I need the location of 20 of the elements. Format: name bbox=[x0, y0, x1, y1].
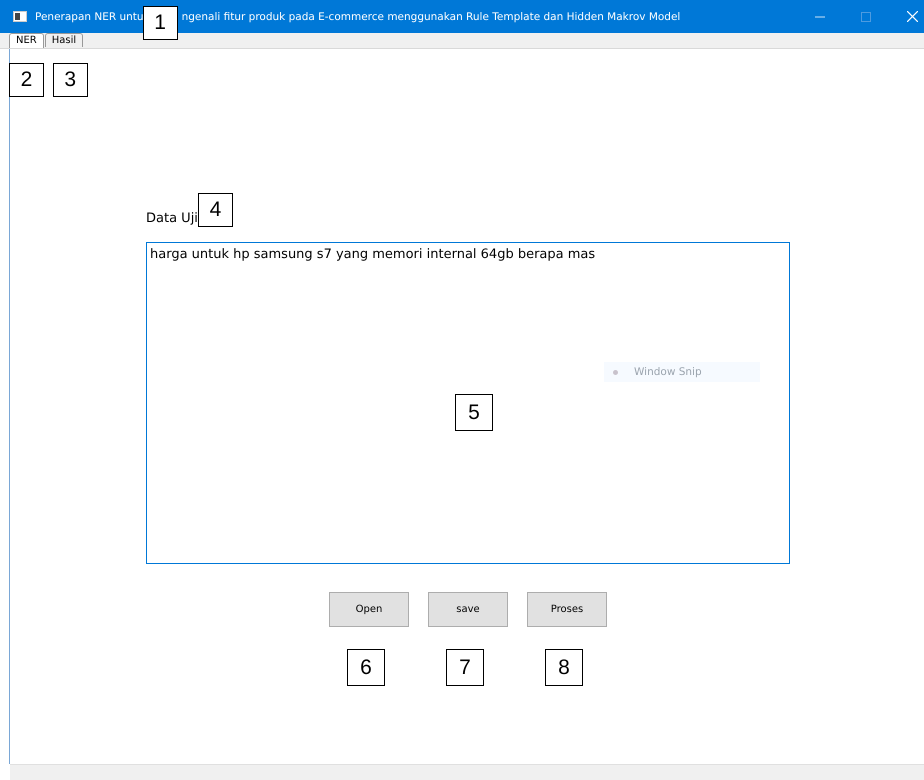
callout-number: 4 bbox=[198, 193, 233, 227]
callout-number: 7 bbox=[446, 649, 484, 686]
window-title: Penerapan NER untu bbox=[35, 10, 144, 22]
dot-icon bbox=[613, 370, 618, 374]
snip-label: Window Snip bbox=[634, 366, 702, 378]
tab[interactable]: Hasil bbox=[44, 33, 84, 47]
field-label: Data Uji bbox=[146, 211, 198, 226]
callout-number: 3 bbox=[52, 63, 88, 97]
app-icon bbox=[13, 11, 27, 22]
callout-number: 1 bbox=[142, 6, 178, 40]
action-button[interactable]: save bbox=[428, 592, 508, 627]
callout-number: 2 bbox=[9, 63, 44, 97]
action-button[interactable]: Proses bbox=[527, 592, 607, 627]
callout-number: 6 bbox=[347, 649, 385, 686]
callout-number: 8 bbox=[545, 649, 583, 686]
action-button[interactable]: Open bbox=[329, 592, 409, 627]
callout-number: 5 bbox=[455, 394, 493, 431]
tab[interactable]: NER bbox=[9, 33, 44, 48]
close-icon[interactable] bbox=[907, 11, 918, 22]
window-title: ngenali fitur produk pada E-commerce menggunakan Rule Template dan Hidden Makrov Model bbox=[182, 10, 680, 22]
